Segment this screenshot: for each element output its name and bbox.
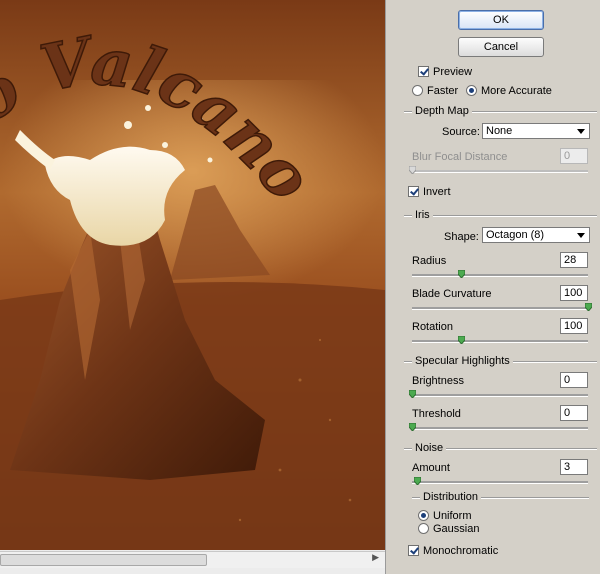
distribution-title: Distribution bbox=[420, 491, 482, 503]
brightness-label: Brightness bbox=[412, 375, 464, 387]
blade-curvature-field[interactable]: 100 bbox=[560, 285, 588, 301]
faster-radio[interactable] bbox=[412, 85, 423, 96]
radius-label: Radius bbox=[412, 255, 447, 267]
preview-image[interactable]: o Valcano bbox=[0, 0, 385, 550]
controls-panel: OK Cancel Preview Faster More Accurate D… bbox=[386, 0, 600, 574]
slider-knob bbox=[409, 166, 416, 174]
horizontal-scrollbar[interactable]: ▶ bbox=[0, 551, 385, 568]
threshold-slider-knob[interactable] bbox=[409, 423, 416, 431]
radius-slider-knob[interactable] bbox=[458, 270, 466, 278]
scrollbar-thumb[interactable] bbox=[0, 554, 207, 566]
rotation-slider[interactable] bbox=[412, 336, 588, 344]
source-label: Source: bbox=[442, 126, 480, 138]
monochromatic-label: Monochromatic bbox=[423, 545, 499, 557]
noise-group: Noise bbox=[404, 442, 597, 454]
amount-slider-knob[interactable] bbox=[414, 477, 422, 485]
gaussian-radio[interactable] bbox=[418, 523, 429, 534]
ok-button[interactable]: OK bbox=[458, 10, 544, 30]
preview-checkbox[interactable] bbox=[418, 66, 429, 77]
brightness-field[interactable]: 0 bbox=[560, 372, 588, 388]
iris-title: Iris bbox=[412, 209, 433, 221]
monochromatic-checkbox[interactable] bbox=[408, 545, 419, 556]
blade-curvature-slider-knob[interactable] bbox=[585, 303, 592, 311]
uniform-label: Uniform bbox=[433, 510, 472, 522]
blur-focal-distance-slider bbox=[409, 166, 588, 174]
more-accurate-label: More Accurate bbox=[481, 85, 552, 97]
blur-focal-distance-field: 0 bbox=[560, 148, 588, 164]
shape-value: Octagon (8) bbox=[486, 229, 545, 241]
chevron-down-icon bbox=[577, 233, 585, 238]
amount-label: Amount bbox=[412, 462, 450, 474]
shape-select[interactable]: Octagon (8) bbox=[482, 227, 590, 243]
noise-title: Noise bbox=[412, 442, 447, 454]
blade-curvature-slider[interactable] bbox=[412, 303, 592, 311]
scroll-right-arrow-icon[interactable]: ▶ bbox=[372, 553, 379, 563]
blur-focal-distance-label: Blur Focal Distance bbox=[412, 151, 508, 163]
radius-field[interactable]: 28 bbox=[560, 252, 588, 268]
faster-label: Faster bbox=[427, 85, 459, 97]
shape-label: Shape: bbox=[444, 231, 479, 243]
preview-pane: o Valcano ▶ bbox=[0, 0, 386, 574]
preview-label: Preview bbox=[433, 66, 473, 78]
blade-curvature-label: Blade Curvature bbox=[412, 288, 492, 300]
distribution-group: Distribution bbox=[412, 491, 589, 503]
threshold-slider[interactable] bbox=[409, 423, 588, 431]
amount-slider[interactable] bbox=[412, 477, 588, 485]
source-value: None bbox=[486, 125, 513, 137]
rotation-field[interactable]: 100 bbox=[560, 318, 588, 334]
specular-highlights-group: Specular Highlights bbox=[404, 355, 597, 367]
gaussian-label: Gaussian bbox=[433, 523, 480, 535]
radius-slider[interactable] bbox=[412, 270, 588, 278]
more-accurate-radio[interactable] bbox=[466, 85, 477, 96]
rotation-label: Rotation bbox=[412, 321, 453, 333]
chocolate-volcano-image: o Valcano bbox=[0, 0, 385, 550]
invert-label: Invert bbox=[423, 186, 451, 198]
depth-map-title: Depth Map bbox=[412, 105, 472, 117]
amount-field[interactable]: 3 bbox=[560, 459, 588, 475]
source-select[interactable]: None bbox=[482, 123, 590, 139]
rotation-slider-knob[interactable] bbox=[458, 336, 466, 344]
threshold-label: Threshold bbox=[412, 408, 461, 420]
invert-checkbox[interactable] bbox=[408, 186, 419, 197]
specular-highlights-title: Specular Highlights bbox=[412, 355, 513, 367]
depth-map-group: Depth Map bbox=[404, 105, 597, 117]
brightness-slider[interactable] bbox=[409, 390, 588, 398]
threshold-field[interactable]: 0 bbox=[560, 405, 588, 421]
iris-group: Iris bbox=[404, 209, 597, 221]
uniform-radio[interactable] bbox=[418, 510, 429, 521]
chevron-down-icon bbox=[577, 129, 585, 134]
cancel-button[interactable]: Cancel bbox=[458, 37, 544, 57]
brightness-slider-knob[interactable] bbox=[409, 390, 416, 398]
